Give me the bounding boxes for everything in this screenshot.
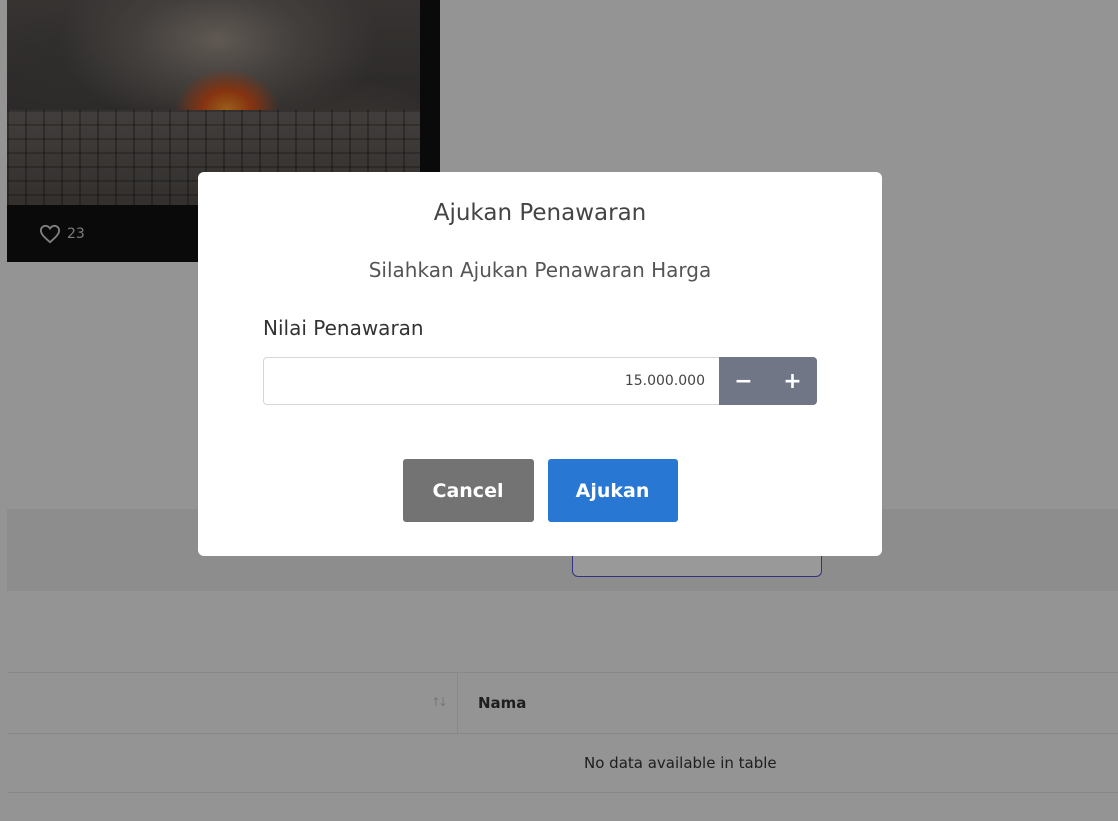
bid-modal: Ajukan Penawaran Silahkan Ajukan Penawar…: [198, 172, 882, 556]
bid-amount-stepper: − +: [263, 357, 817, 405]
modal-subtitle: Silahkan Ajukan Penawaran Harga: [368, 258, 712, 282]
bid-amount-input[interactable]: [263, 357, 719, 405]
modal-title: Ajukan Penawaran: [433, 200, 647, 226]
submit-bid-button[interactable]: Ajukan: [547, 459, 678, 522]
decrement-button[interactable]: −: [719, 357, 768, 405]
bid-amount-label: Nilai Penawaran: [263, 316, 424, 340]
cancel-button[interactable]: Cancel: [402, 459, 534, 522]
increment-button[interactable]: +: [768, 357, 817, 405]
modal-actions: Cancel Ajukan: [198, 459, 882, 522]
